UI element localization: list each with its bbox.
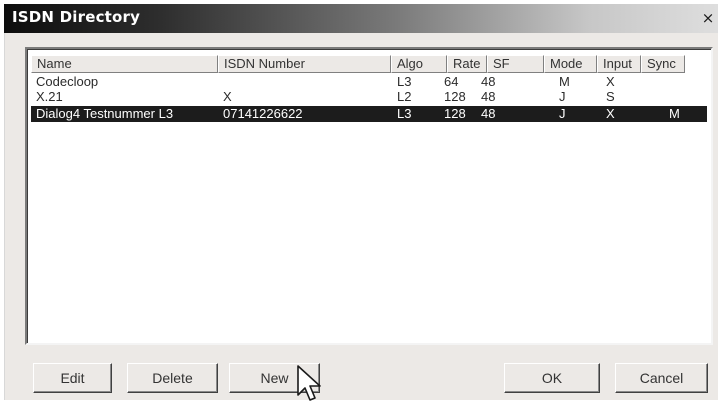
row-sf: 48 — [481, 89, 496, 104]
column-header-algo[interactable]: Algo — [391, 55, 447, 73]
close-icon[interactable]: × — [700, 10, 716, 26]
delete-button[interactable]: Delete — [127, 363, 218, 393]
list-header: Name ISDN Number Algo Rate SF Mode Input… — [31, 55, 707, 74]
column-header-mode[interactable]: Mode — [544, 55, 597, 73]
row-algo: L2 — [397, 89, 412, 104]
isdn-directory-list[interactable]: Name ISDN Number Algo Rate SF Mode Input… — [25, 47, 713, 345]
list-row-selected[interactable]: Dialog4 Testnummer L3 07141226622 L3 128… — [31, 106, 707, 122]
title-bar[interactable]: ISDN Directory × — [4, 4, 718, 33]
row-input: X — [606, 74, 615, 89]
row-name: Dialog4 Testnummer L3 — [36, 106, 174, 121]
cancel-button[interactable]: Cancel — [615, 363, 708, 393]
column-header-rate[interactable]: Rate — [447, 55, 487, 73]
row-sf: 48 — [481, 106, 496, 121]
column-header-sf[interactable]: SF — [487, 55, 544, 73]
row-rate: 128 — [444, 106, 466, 121]
column-header-name[interactable]: Name — [31, 55, 218, 73]
window-title: ISDN Directory — [12, 8, 141, 26]
row-sf: 48 — [481, 74, 496, 89]
list-row[interactable]: Codecloop L3 64 48 M X — [31, 74, 707, 90]
row-algo: L3 — [397, 74, 412, 89]
ok-button[interactable]: OK — [504, 363, 600, 393]
edit-button[interactable]: Edit — [33, 363, 112, 393]
row-name: Codecloop — [36, 74, 99, 89]
column-header-sync[interactable]: Sync — [641, 55, 685, 73]
row-algo: L3 — [397, 106, 412, 121]
row-mode: J — [559, 89, 566, 104]
row-rate: 64 — [444, 74, 459, 89]
arrow-cursor-icon — [297, 365, 321, 401]
row-sync: M — [669, 106, 680, 121]
list-row[interactable]: X.21 X L2 128 48 J S — [31, 89, 707, 105]
row-rate: 128 — [444, 89, 466, 104]
column-header-isdn-number[interactable]: ISDN Number — [218, 55, 391, 73]
column-header-input[interactable]: Input — [597, 55, 641, 73]
row-isdn-number: X — [223, 89, 232, 104]
row-mode: M — [559, 74, 570, 89]
row-input: X — [606, 106, 615, 121]
row-name: X.21 — [36, 89, 63, 104]
row-isdn-number: 07141226622 — [223, 106, 303, 121]
row-mode: J — [559, 106, 566, 121]
row-input: S — [606, 89, 615, 104]
